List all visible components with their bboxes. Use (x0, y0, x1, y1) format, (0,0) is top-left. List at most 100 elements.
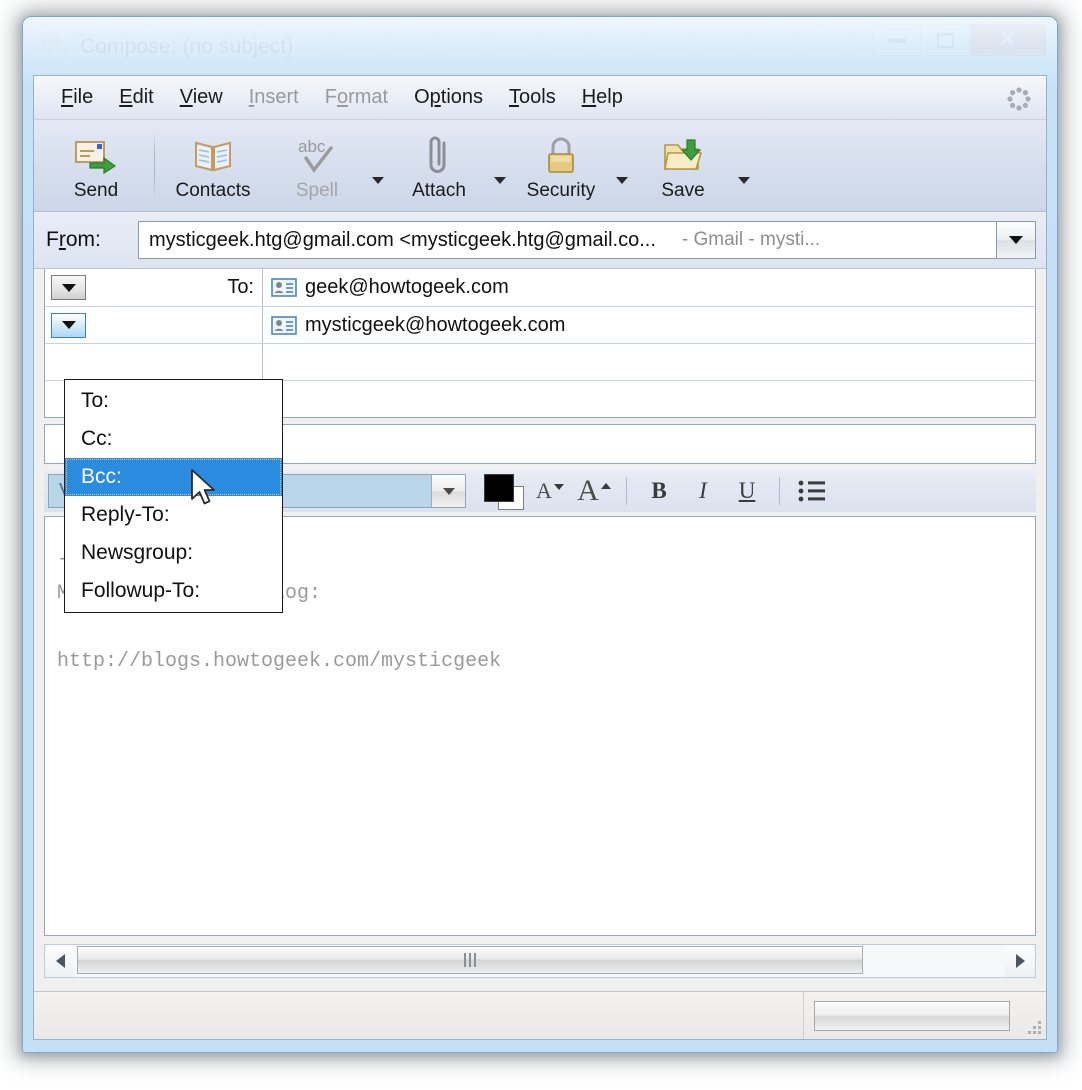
from-label: From: (46, 228, 101, 251)
send-button[interactable]: Send (44, 128, 148, 206)
contact-card-icon (271, 315, 297, 335)
save-dropdown-arrow[interactable] (735, 128, 753, 206)
main-toolbar: Send Contacts abc Spell Attach Security … (34, 120, 1046, 212)
scrollbar-track[interactable] (75, 945, 1005, 977)
save-label: Save (661, 180, 705, 201)
recipient-type-dropdown-button[interactable] (51, 312, 86, 338)
arrow-left-icon (55, 954, 65, 968)
menu-item-reply-to[interactable]: Reply-To: (65, 496, 282, 534)
scrollbar-grip (464, 953, 476, 967)
chevron-down-icon (553, 484, 564, 490)
attach-label: Attach (412, 180, 466, 201)
scroll-right-button[interactable] (1005, 945, 1035, 977)
decrease-font-size-button[interactable]: A (528, 472, 572, 510)
minimize-button[interactable] (872, 24, 921, 56)
menu-item-label: To: (81, 389, 110, 412)
close-icon: ✕ (999, 29, 1016, 51)
italic-button[interactable]: I (681, 472, 725, 510)
contacts-button[interactable]: Contacts (161, 128, 265, 206)
recipient-type-menu[interactable]: To: Cc: Bcc: Reply-To: Newsgroup: Follow… (64, 379, 283, 613)
attach-button[interactable]: Attach (387, 128, 491, 206)
svg-text:abc: abc (298, 137, 326, 156)
foreground-color-swatch[interactable] (484, 474, 514, 502)
recipient-type-cell[interactable] (45, 344, 263, 380)
resize-grip-icon[interactable] (1020, 992, 1046, 1039)
menu-item-label: Reply-To: (81, 503, 170, 526)
recipient-type-cell[interactable] (45, 307, 263, 343)
recipient-value-cell[interactable]: mysticgeek@howtogeek.com (263, 307, 1035, 343)
title-bar[interactable]: Compose: (no subject) ✕ (22, 16, 1058, 78)
underline-button[interactable]: U (725, 472, 769, 510)
recipient-value-cell[interactable]: geek@howtogeek.com (263, 269, 1035, 306)
menu-item-label: Cc: (81, 427, 113, 450)
recipient-row[interactable]: mysticgeek@howtogeek.com (45, 306, 1035, 343)
recipient-address: geek@howtogeek.com (305, 276, 509, 298)
from-dropdown-button[interactable] (996, 221, 1036, 259)
window-controls: ✕ (872, 24, 1046, 56)
horizontal-scrollbar[interactable] (44, 944, 1036, 978)
activity-throbber-icon (1007, 87, 1031, 111)
chevron-down-icon (61, 283, 76, 292)
from-account: - Gmail - mysti... (681, 229, 821, 250)
large-a-label: A (577, 474, 599, 507)
from-value: mysticgeek.htg@gmail.com <mysticgeek.htg… (149, 228, 656, 251)
attach-dropdown-arrow[interactable] (491, 128, 509, 206)
restore-icon (936, 32, 954, 48)
menu-item-label: Newsgroup: (81, 541, 194, 564)
font-select-dropdown-button[interactable] (431, 475, 465, 507)
save-button[interactable]: Save (631, 128, 735, 206)
menu-item-to[interactable]: To: (65, 382, 282, 420)
menu-edit[interactable]: Edit (106, 84, 166, 111)
minimize-icon (887, 37, 906, 43)
small-a-label: A (536, 478, 552, 503)
compose-mail-icon (42, 38, 65, 58)
menu-format: Format (324, 86, 389, 108)
menu-item-cc[interactable]: Cc: (65, 420, 282, 458)
bullet-list-button[interactable] (790, 472, 834, 510)
recipient-row[interactable]: To: geek@howtogeek.com (45, 269, 1035, 306)
restore-button[interactable] (921, 24, 970, 56)
chevron-down-icon (442, 487, 455, 495)
menu-view[interactable]: View (167, 84, 236, 111)
recipient-value-cell[interactable] (263, 344, 1035, 380)
recipient-type-cell[interactable]: To: (45, 269, 263, 306)
italic-label: I (699, 478, 707, 503)
from-row: From: mysticgeek.htg@gmail.com <mysticge… (34, 212, 1046, 269)
recipient-type-dropdown-button[interactable] (51, 275, 86, 300)
menu-insert: Insert (248, 86, 299, 108)
menu-options[interactable]: Options (401, 84, 496, 111)
close-button[interactable]: ✕ (970, 24, 1046, 56)
menu-tools[interactable]: Tools (496, 84, 569, 111)
contact-card-icon (271, 278, 297, 297)
spell-label: Spell (295, 180, 339, 201)
from-field[interactable]: mysticgeek.htg@gmail.com <mysticgeek.htg… (138, 221, 996, 259)
menu-file[interactable]: File (48, 84, 106, 111)
menu-help[interactable]: Help (569, 84, 636, 111)
security-button[interactable]: Security (509, 128, 613, 206)
menu-item-label: Followup-To: (81, 579, 201, 602)
padlock-icon (542, 134, 580, 178)
text-color-swatch[interactable] (480, 472, 528, 510)
recipient-row[interactable] (45, 343, 1035, 380)
spell-dropdown-arrow (369, 128, 387, 206)
increase-font-size-button[interactable]: A (572, 472, 616, 510)
recipient-type-label: To: (227, 276, 254, 298)
chevron-up-icon (600, 483, 611, 489)
recipient-value-cell[interactable] (263, 381, 1035, 417)
status-message (34, 992, 804, 1039)
status-bar (34, 991, 1046, 1039)
menu-item-followup-to[interactable]: Followup-To: (65, 572, 282, 610)
send-label: Send (73, 180, 119, 201)
save-folder-icon (662, 134, 704, 178)
scrollbar-thumb[interactable] (77, 946, 863, 974)
bold-label: B (651, 478, 667, 503)
security-dropdown-arrow[interactable] (613, 128, 631, 206)
recipient-address: mysticgeek@howtogeek.com (305, 313, 566, 336)
chevron-down-icon (1009, 236, 1023, 244)
contacts-book-icon (192, 134, 234, 178)
scroll-left-button[interactable] (45, 945, 75, 977)
menu-item-newsgroup[interactable]: Newsgroup: (65, 534, 282, 572)
bold-button[interactable]: B (637, 472, 681, 510)
menu-item-bcc[interactable]: Bcc: (65, 458, 282, 496)
underline-label: U (738, 478, 756, 503)
